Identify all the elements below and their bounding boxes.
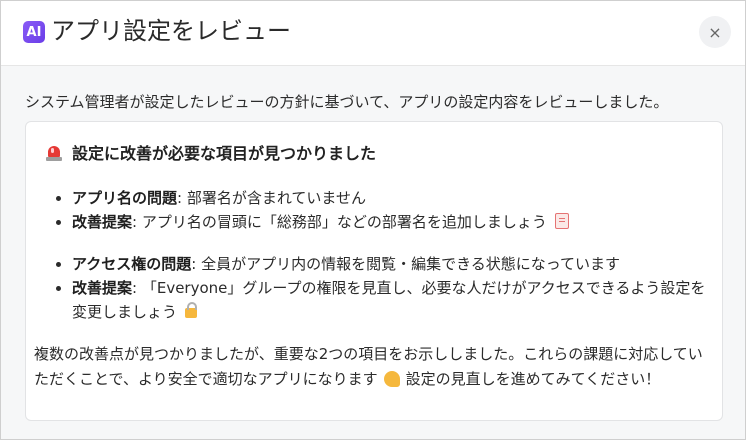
suggestion-label: 改善提案 — [72, 213, 133, 231]
ai-logo-icon: AI — [23, 21, 45, 43]
memo-icon — [554, 213, 569, 229]
issue-group-app-name: アプリ名の問題: 部署名が含まれていません 改善提案: アプリ名の冒頭に「総務部… — [54, 186, 712, 234]
siren-icon — [46, 143, 62, 161]
suggestion-label: 改善提案 — [72, 279, 133, 297]
issue-group-access: アクセス権の問題: 全員がアプリ内の情報を閲覧・編集できる状態になっています 改… — [54, 252, 712, 324]
list-item: アクセス権の問題: 全員がアプリ内の情報を閲覧・編集できる状態になっています — [72, 252, 712, 276]
list-item: 改善提案: アプリ名の冒頭に「総務部」などの部署名を追加しましょう — [72, 210, 712, 234]
intro-text: システム管理者が設定したレビューの方針に基づいて、アプリの設定内容をレビューしま… — [25, 93, 669, 111]
summary-text: 複数の改善点が見つかりましたが、重要な2つの項目をお示ししました。これらの課題に… — [34, 342, 714, 392]
list-item: 改善提案: 「Everyone」グループの権限を見直し、必要な人だけがアクセスで… — [72, 276, 712, 324]
issue-label: アクセス権の問題 — [72, 255, 192, 273]
dialog-title: アプリ設定をレビュー — [51, 17, 291, 45]
close-button[interactable]: × — [699, 16, 731, 48]
list-item: アプリ名の問題: 部署名が含まれていません — [72, 186, 712, 210]
suggestion-text: : 「Everyone」グループの権限を見直し、必要な人だけがアクセスできるよう… — [72, 279, 706, 321]
close-icon: × — [708, 22, 722, 42]
issue-text: : 全員がアプリ内の情報を閲覧・編集できる状態になっています — [191, 255, 621, 273]
dialog-header: AI アプリ設定をレビュー × — [1, 1, 745, 66]
review-result-card: 設定に改善が必要な項目が見つかりました アプリ名の問題: 部署名が含まれていませ… — [25, 121, 723, 421]
summary-part-2: 設定の見直しを進めてみてください！ — [405, 370, 661, 388]
card-title: 設定に改善が必要な項目が見つかりました — [46, 140, 376, 164]
card-title-text: 設定に改善が必要な項目が見つかりました — [72, 144, 377, 163]
review-dialog: AI アプリ設定をレビュー × システム管理者が設定したレビューの方針に基づいて… — [0, 0, 746, 440]
lock-icon — [185, 302, 198, 318]
flexed-biceps-icon — [383, 371, 400, 387]
issue-text: : 部署名が含まれていません — [177, 189, 366, 207]
suggestion-text: : アプリ名の冒頭に「総務部」などの部署名を追加しましょう — [132, 213, 547, 231]
issue-label: アプリ名の問題 — [72, 189, 178, 207]
